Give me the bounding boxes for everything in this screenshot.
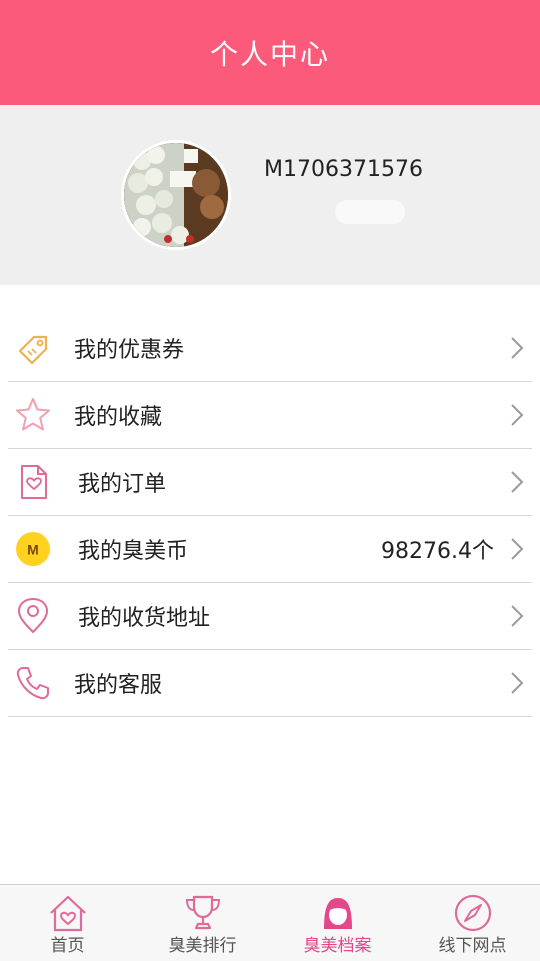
menu-item-coupons[interactable]: 我的优惠券 [8, 315, 532, 382]
chevron-right-icon [511, 672, 524, 694]
chevron-right-icon [511, 471, 524, 493]
tab-home[interactable]: 首页 [0, 885, 135, 961]
bottom-tab-bar: 首页 臭美排行 臭美档案 线下网点 [0, 884, 540, 961]
location-pin-icon [17, 597, 49, 634]
coin-m-icon: M [16, 532, 50, 566]
tab-ranking[interactable]: 臭美排行 [135, 885, 270, 961]
coin-balance: 98276.4个 [381, 539, 494, 564]
home-heart-icon [49, 895, 86, 932]
coupon-tag-icon [18, 335, 48, 365]
star-icon [16, 398, 50, 431]
page-title: 个人中心 [0, 0, 540, 105]
chevron-right-icon [511, 605, 524, 627]
coin-icon-letter: M [27, 542, 39, 558]
phone-icon [16, 667, 49, 700]
avatar-image [124, 143, 228, 247]
menu-item-favorites[interactable]: 我的收藏 [8, 382, 532, 449]
avatar[interactable] [121, 140, 231, 250]
menu-item-label: 我的收货地址 [78, 606, 211, 631]
menu-item-label: 我的订单 [78, 472, 167, 497]
tab-label: 首页 [50, 936, 85, 956]
chevron-right-icon [511, 404, 524, 426]
menu-item-label: 我的收藏 [74, 405, 163, 430]
chevron-right-icon [511, 538, 524, 560]
chevron-right-icon [511, 337, 524, 359]
menu-item-addresses[interactable]: 我的收货地址 [8, 583, 532, 650]
menu-item-label: 我的客服 [74, 673, 163, 698]
menu-item-orders[interactable]: 我的订单 [8, 449, 532, 516]
profile-girl-icon [323, 898, 352, 929]
trophy-icon [185, 895, 220, 930]
watermark [335, 200, 405, 224]
menu-item-label: 我的臭美币 [78, 539, 189, 564]
menu-item-customer-service[interactable]: 我的客服 [8, 650, 532, 717]
menu-item-label: 我的优惠券 [74, 338, 185, 363]
order-document-icon [21, 465, 47, 499]
tab-label: 臭美排行 [168, 936, 237, 956]
profile-section: M1706371576 [0, 105, 540, 285]
tab-profile[interactable]: 臭美档案 [270, 885, 405, 961]
tab-offline-stores[interactable]: 线下网点 [405, 885, 540, 961]
tab-label: 臭美档案 [303, 936, 372, 956]
user-id: M1706371576 [264, 157, 423, 182]
menu-list: 我的优惠券 我的收藏 我的订单 M 我的臭美币 98276.4个 我的收货地址 … [0, 315, 540, 717]
menu-item-coins[interactable]: M 我的臭美币 98276.4个 [8, 516, 532, 583]
tab-label: 线下网点 [438, 936, 507, 956]
compass-icon [454, 894, 491, 932]
